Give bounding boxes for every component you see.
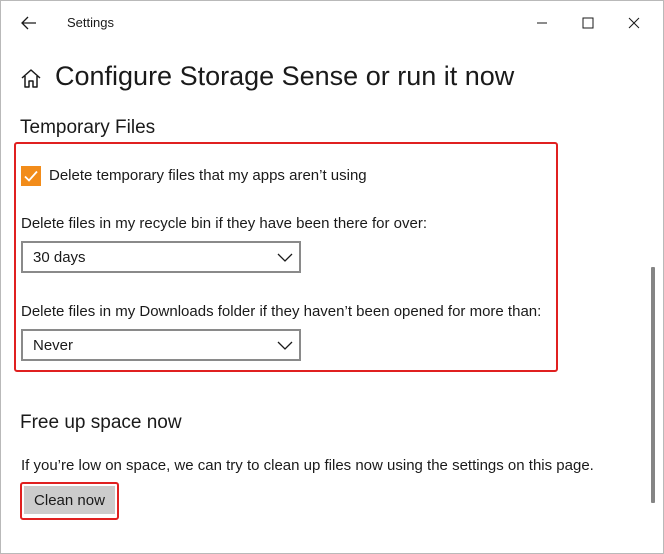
- downloads-dropdown[interactable]: Never: [21, 329, 301, 361]
- chevron-down-icon: [277, 341, 293, 350]
- window-title: Settings: [67, 15, 114, 30]
- maximize-button[interactable]: [565, 5, 611, 41]
- recycle-bin-label: Delete files in my recycle bin if they h…: [21, 215, 428, 232]
- scrollbar-thumb[interactable]: [651, 267, 655, 503]
- free-up-space-description: If you’re low on space, we can try to cl…: [21, 457, 594, 474]
- section-title-temporary-files: Temporary Files: [20, 117, 156, 138]
- delete-temp-files-label[interactable]: Delete temporary files that my apps aren…: [49, 167, 367, 184]
- minimize-icon: [537, 22, 547, 24]
- title-bar: Settings: [1, 1, 663, 45]
- chevron-down-icon: [277, 253, 293, 262]
- downloads-label: Delete files in my Downloads folder if t…: [21, 303, 542, 320]
- minimize-button[interactable]: [519, 5, 565, 41]
- home-icon[interactable]: [19, 67, 43, 91]
- close-icon: [628, 17, 640, 29]
- page-title: Configure Storage Sense or run it now: [55, 61, 515, 91]
- clean-now-button[interactable]: Clean now: [24, 486, 115, 514]
- downloads-selected-value: Never: [33, 337, 74, 354]
- maximize-icon: [582, 17, 594, 29]
- back-button[interactable]: [11, 7, 47, 39]
- arrow-left-icon: [21, 16, 36, 30]
- checkmark-icon: [24, 170, 38, 182]
- recycle-bin-selected-value: 30 days: [33, 249, 86, 266]
- delete-temp-files-checkbox[interactable]: [21, 166, 41, 186]
- section-title-free-up-space: Free up space now: [20, 412, 182, 433]
- close-button[interactable]: [611, 5, 657, 41]
- settings-window: Settings Configure Storage Sense or run …: [0, 0, 664, 554]
- recycle-bin-dropdown[interactable]: 30 days: [21, 241, 301, 273]
